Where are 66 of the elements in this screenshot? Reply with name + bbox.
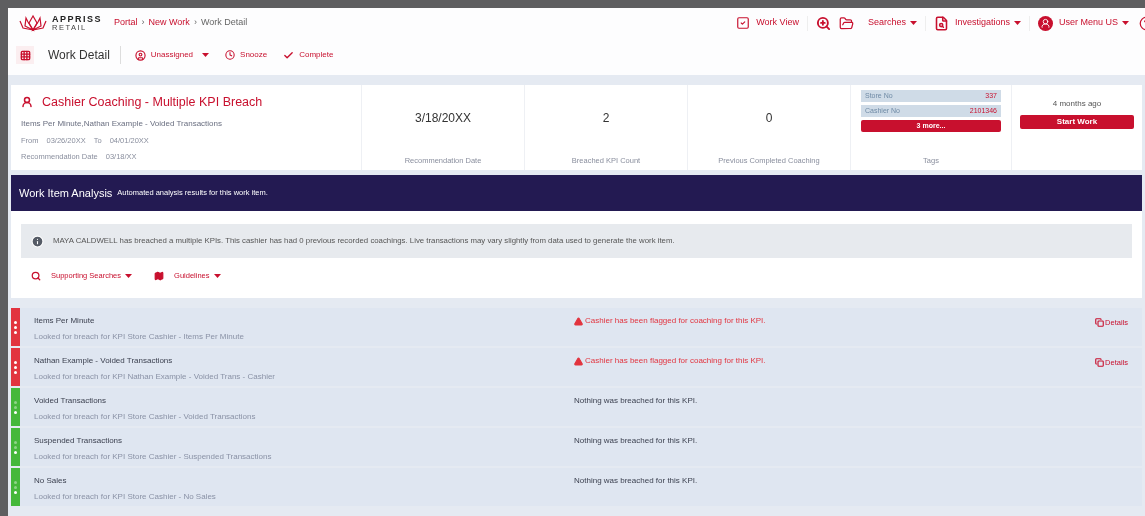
- action-button[interactable]: Unassigned: [134, 49, 210, 61]
- file-search-icon: [933, 15, 949, 31]
- kpi-title: Nathan Example - Voided Transactions: [34, 355, 174, 367]
- check-icon: [283, 49, 295, 61]
- action-button[interactable]: Complete: [283, 49, 334, 61]
- page-title: Work Detail: [48, 46, 121, 64]
- copy-icon: [1095, 358, 1105, 368]
- status-bar: [11, 348, 20, 386]
- zoom-icon[interactable]: [815, 15, 831, 31]
- status-bar: [11, 388, 20, 426]
- status-bar: [11, 428, 20, 466]
- kpi-message: Cashier has been flagged for coaching for this KPI.: [585, 315, 766, 327]
- caret-icon: [909, 21, 917, 25]
- kpi-description: Looked for breach for KPI Store Cashier - Items Per Minute: [34, 331, 245, 343]
- copy-icon: [1095, 318, 1105, 328]
- kpi-message: Cashier has been flagged for coaching for this KPI.: [585, 355, 766, 367]
- nav-menu-button[interactable]: User Menu US: [1058, 16, 1129, 30]
- status-bar: [11, 468, 20, 506]
- stat-value: 0: [765, 110, 773, 127]
- person-icon: [21, 96, 33, 109]
- info-icon: [31, 234, 44, 248]
- breadcrumb-text: ›: [141, 16, 145, 30]
- breadcrumb-link[interactable]: Portal: [114, 16, 138, 30]
- stat-value: 3/18/20XX: [414, 110, 471, 127]
- breadcrumb-link[interactable]: New Work: [148, 16, 190, 30]
- kpi-description: Looked for breach for KPI Store Cashier - Voided Transactions: [34, 411, 257, 423]
- stat-value: 2: [602, 110, 610, 127]
- search-icon: [31, 270, 41, 281]
- clock-icon: [225, 50, 236, 60]
- kpi-message: Nothing was breached for this KPI.: [574, 475, 698, 487]
- action-button[interactable]: Snooze: [225, 49, 268, 61]
- breadcrumb-text: ›: [193, 16, 197, 30]
- nav-menu-button[interactable]: Work View: [756, 16, 799, 30]
- caret-icon: [1013, 21, 1021, 25]
- kpi-description: Looked for breach for KPI Nathan Example - Voided Trans - Cashier: [34, 371, 276, 383]
- status-bar: [11, 308, 20, 346]
- apps-icon[interactable]: [16, 46, 34, 64]
- kpi-title: Suspended Transactions: [34, 435, 124, 447]
- kpi-title: Voided Transactions: [34, 395, 108, 407]
- kpi-title: Items Per Minute: [34, 315, 96, 327]
- user-icon: [1037, 15, 1053, 31]
- warning-icon: [574, 356, 583, 366]
- warning-icon: [574, 316, 583, 326]
- map-icon: [154, 270, 165, 281]
- checkbox-icon: [736, 16, 751, 30]
- kpi-title: No Sales: [34, 475, 68, 487]
- nav-menu-button[interactable]: Searches: [867, 16, 917, 30]
- logo-name: APPRISS: [52, 14, 102, 24]
- nav-menu-button[interactable]: Investigations: [954, 16, 1021, 30]
- caret-icon: [202, 53, 210, 57]
- start-work-button[interactable]: Start Work: [1020, 115, 1134, 129]
- caret-icon: [1122, 21, 1129, 25]
- kpi-description: Looked for breach for KPI Store Cashier - Suspended Transactions: [34, 451, 273, 463]
- kpi-message: Nothing was breached for this KPI.: [574, 435, 698, 447]
- caret-icon: [213, 273, 221, 278]
- breadcrumb-text: Work Detail: [200, 16, 248, 30]
- caret-icon: [125, 273, 133, 278]
- kpi-description: Looked for breach for KPI Store Cashier - No Sales: [34, 491, 217, 503]
- logo-icon: [18, 14, 48, 32]
- analysis-title: Work Item Analysis: [19, 185, 113, 201]
- kpi-list: Items Per Minute,Nathan Example - Voided Transactions: [21, 117, 361, 130]
- age-text: 4 months ago: [1052, 98, 1102, 110]
- user-icon: [134, 49, 146, 61]
- work-item-title: Cashier Coaching - Multiple KPI Breach: [42, 94, 263, 111]
- folder-icon: [838, 15, 854, 31]
- kpi-message: Nothing was breached for this KPI.: [574, 395, 698, 407]
